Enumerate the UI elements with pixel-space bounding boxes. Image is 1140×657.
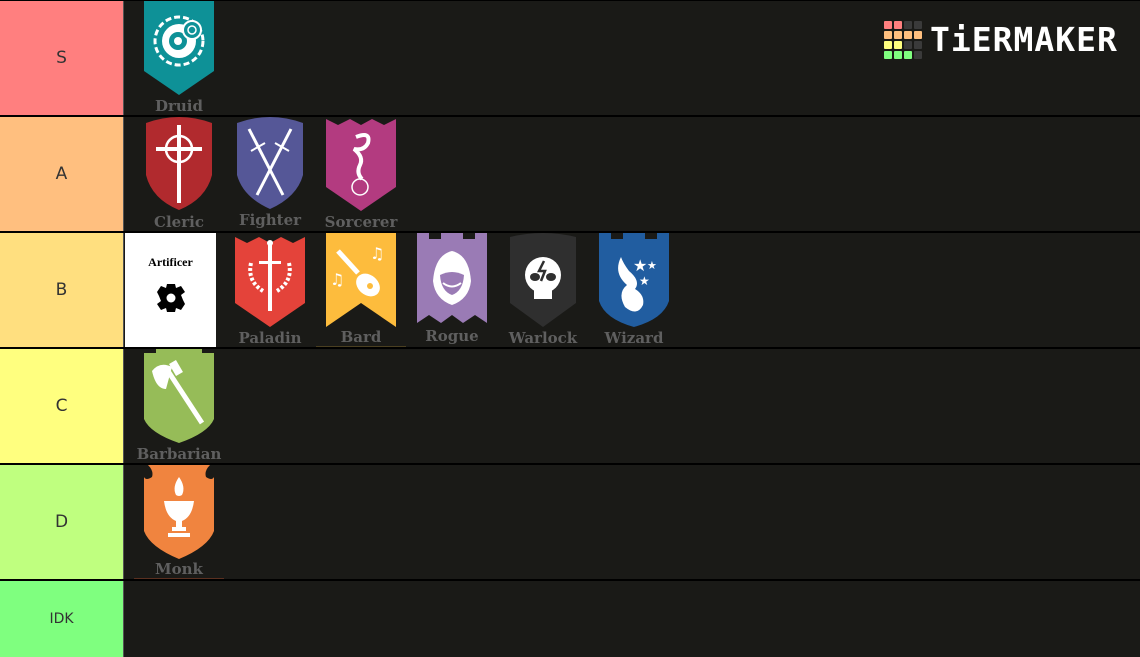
class-name: Barbarian bbox=[136, 445, 222, 463]
class-card-paladin[interactable]: Paladin bbox=[225, 233, 315, 347]
logo-grid-cell bbox=[884, 21, 892, 29]
class-name: Sorcerer bbox=[324, 213, 398, 231]
crossed-swords-icon bbox=[237, 117, 303, 209]
class-name: Druid bbox=[154, 97, 203, 115]
svg-text:★: ★ bbox=[639, 274, 650, 288]
tier-label-c[interactable]: C bbox=[0, 349, 124, 463]
tier-items-idk[interactable] bbox=[124, 581, 1140, 657]
svg-text:★: ★ bbox=[633, 256, 647, 275]
battle-axe-icon bbox=[144, 349, 214, 443]
class-card-monk[interactable]: Monk bbox=[134, 465, 224, 579]
tier-row-d: D Monk bbox=[0, 465, 1140, 579]
logo-grid-cell bbox=[914, 21, 922, 29]
class-card-bard[interactable]: ♫ ♫ Bard bbox=[316, 233, 406, 347]
celtic-cross-icon bbox=[146, 117, 212, 210]
class-card-warlock[interactable]: Warlock bbox=[498, 233, 588, 347]
class-name: Paladin bbox=[238, 329, 302, 347]
class-card-druid[interactable]: Druid bbox=[134, 1, 224, 115]
logo-text: TiERMAKER bbox=[930, 20, 1118, 59]
tier-row-c: C Barbarian bbox=[0, 349, 1140, 463]
svg-text:♫: ♫ bbox=[370, 244, 384, 263]
svg-text:♫: ♫ bbox=[330, 270, 344, 289]
svg-text:★: ★ bbox=[647, 259, 657, 272]
class-card-wizard[interactable]: ★ ★ ★ Wizard bbox=[589, 233, 679, 347]
logo-grid-cell bbox=[904, 21, 912, 29]
tier-items-b[interactable]: Artificer Paladin ♫ ♫ Bard Rogue Warlock… bbox=[124, 233, 1140, 347]
logo-grid-cell bbox=[884, 41, 892, 49]
tier-label-d[interactable]: D bbox=[0, 465, 124, 579]
tier-row-a: A Cleric Fighter Sorcerer bbox=[0, 117, 1140, 231]
logo-grid-icon bbox=[884, 21, 922, 59]
logo-grid-cell bbox=[904, 41, 912, 49]
tier-label-idk[interactable]: IDK bbox=[0, 581, 124, 657]
class-name: Wizard bbox=[604, 329, 664, 347]
logo-grid-cell bbox=[914, 41, 922, 49]
tier-row-b: B Artificer Paladin ♫ ♫ Bard Rogue Warlo… bbox=[0, 233, 1140, 347]
logo-grid-cell bbox=[914, 31, 922, 39]
class-name: Warlock bbox=[508, 329, 578, 347]
logo-grid-cell bbox=[914, 51, 922, 59]
logo-grid-cell bbox=[904, 31, 912, 39]
class-name: Fighter bbox=[238, 211, 302, 229]
celtic-sun-icon bbox=[144, 1, 214, 95]
class-name: Cleric bbox=[154, 213, 204, 231]
class-card-fighter[interactable]: Fighter bbox=[225, 117, 315, 231]
tier-items-d[interactable]: Monk bbox=[124, 465, 1140, 579]
tier-label-a[interactable]: A bbox=[0, 117, 124, 231]
class-name: Bard bbox=[316, 329, 406, 347]
class-card-artificer[interactable]: Artificer bbox=[125, 233, 216, 347]
lute-notes-icon: ♫ ♫ bbox=[326, 233, 396, 327]
tiermaker-logo[interactable]: TiERMAKER bbox=[884, 20, 1118, 60]
lightning-skull-icon bbox=[510, 233, 576, 327]
tier-row-idk: IDK bbox=[0, 581, 1140, 657]
tier-items-a[interactable]: Cleric Fighter Sorcerer bbox=[124, 117, 1140, 231]
logo-grid-cell bbox=[904, 51, 912, 59]
class-card-cleric[interactable]: Cleric bbox=[134, 117, 224, 231]
sword-laurel-icon bbox=[235, 237, 305, 327]
tier-list-board: S Druid A Cleric Fighter Sorcerer B Arti… bbox=[0, 0, 1140, 657]
tier-items-c[interactable]: Barbarian bbox=[124, 349, 1140, 463]
magic-smoke-orb-icon bbox=[326, 119, 396, 211]
class-card-rogue[interactable]: Rogue bbox=[407, 233, 497, 347]
hooded-figure-icon bbox=[417, 233, 487, 323]
class-card-barbarian[interactable]: Barbarian bbox=[134, 349, 224, 463]
class-card-sorcerer[interactable]: Sorcerer bbox=[316, 117, 406, 231]
tier-label-b[interactable]: B bbox=[0, 233, 124, 347]
class-name: Monk bbox=[134, 561, 224, 579]
logo-grid-cell bbox=[894, 41, 902, 49]
logo-grid-cell bbox=[894, 21, 902, 29]
gear-icon bbox=[157, 284, 185, 312]
class-name: Rogue bbox=[425, 327, 479, 345]
chalice-flame-icon bbox=[144, 465, 214, 559]
logo-grid-cell bbox=[884, 51, 892, 59]
tier-label-s[interactable]: S bbox=[0, 1, 124, 115]
stars-flame-icon: ★ ★ ★ bbox=[599, 233, 669, 327]
logo-grid-cell bbox=[884, 31, 892, 39]
logo-grid-cell bbox=[894, 51, 902, 59]
logo-grid-cell bbox=[894, 31, 902, 39]
